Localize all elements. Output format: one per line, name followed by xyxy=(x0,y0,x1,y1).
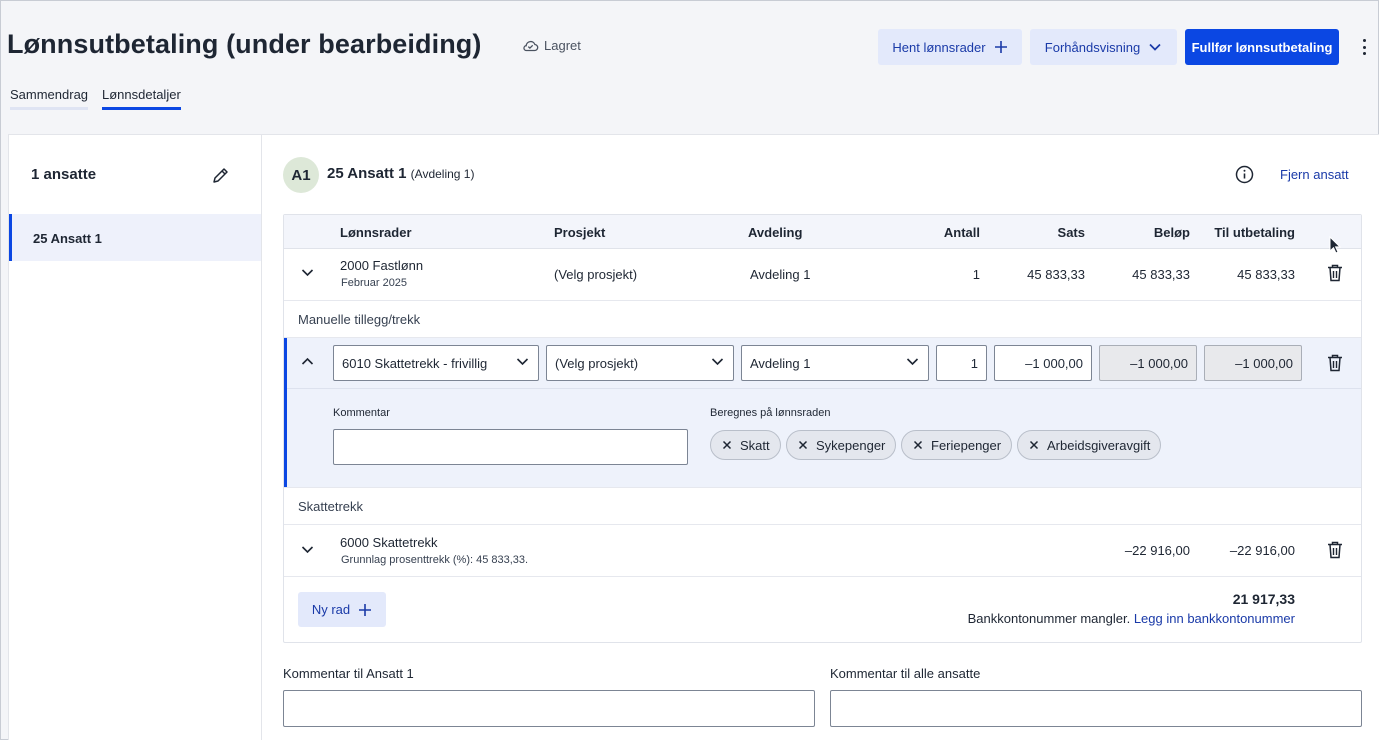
row-rate: 45 833,33 xyxy=(1027,267,1085,282)
chip-label: Feriepenger xyxy=(931,437,1002,453)
column-header-department: Avdeling xyxy=(748,225,803,240)
quantity-input[interactable]: 1 xyxy=(936,345,987,381)
project-value: (Velg prosjekt) xyxy=(555,356,639,371)
payroll-code-select[interactable]: 6010 Skattetrekk - frivillig xyxy=(333,345,539,381)
department-value: Avdeling 1 xyxy=(750,356,811,371)
column-header-amount: Beløp xyxy=(1153,225,1190,240)
tax-row-basis: Grunnlag prosenttrekk (%): 45 833,33. xyxy=(341,554,529,566)
column-header-project: Prosjekt xyxy=(554,225,606,240)
manual-row-expanded: 6010 Skattetrekk - frivillig (Velg prosj… xyxy=(284,338,1361,487)
all-employees-comment-input[interactable] xyxy=(830,690,1362,727)
row-project: (Velg prosjekt) xyxy=(554,267,638,282)
column-header-rate: Sats xyxy=(1057,225,1085,240)
chevron-down-icon xyxy=(516,357,529,366)
employee-count: 1 ansatte xyxy=(31,166,97,183)
all-employees-comment-label: Kommentar til alle ansatte xyxy=(830,666,981,681)
total-amount: 21 917,33 xyxy=(1232,591,1295,607)
rate-input[interactable]: –1 000,00 xyxy=(994,345,1092,381)
payroll-code-value: 6010 Skattetrekk - frivillig xyxy=(342,356,488,371)
row-divider xyxy=(284,300,1361,301)
chip-label: Sykepenger xyxy=(816,437,886,453)
row-divider xyxy=(284,524,1361,525)
chevron-down-icon[interactable] xyxy=(301,268,314,277)
new-row-button[interactable]: Ny rad xyxy=(298,592,386,627)
more-options-icon[interactable] xyxy=(1355,37,1373,57)
payout-readonly: –1 000,00 xyxy=(1204,345,1302,381)
trash-icon[interactable] xyxy=(1327,354,1343,372)
page-title: Lønnsutbetaling (under bearbeiding) xyxy=(7,29,482,59)
trash-icon[interactable] xyxy=(1327,541,1343,559)
employee-comment-input[interactable] xyxy=(283,690,815,727)
close-icon[interactable] xyxy=(722,440,732,450)
fetch-rows-button[interactable]: Hent lønnsrader xyxy=(878,29,1022,65)
avatar: A1 xyxy=(283,157,319,193)
calc-basis-label: Beregnes på lønnsraden xyxy=(710,407,831,419)
employee-name-text: 25 Ansatt 1 xyxy=(327,165,407,182)
remove-employee-link[interactable]: Fjern ansatt xyxy=(1280,167,1349,182)
bank-account-note: Bankkontonummer mangler. Legg inn bankko… xyxy=(968,611,1295,626)
close-icon[interactable] xyxy=(913,440,923,450)
preview-button[interactable]: Forhåndsvisning xyxy=(1030,29,1177,65)
row-period: Februar 2025 xyxy=(341,277,408,289)
row-code: 2000 Fastlønn xyxy=(340,258,424,273)
row-divider xyxy=(284,576,1361,577)
column-header-payout: Til utbetaling xyxy=(1214,225,1295,240)
chip-label: Arbeidsgiveravgift xyxy=(1047,437,1151,453)
column-header-quantity: Antall xyxy=(943,225,980,240)
plus-icon xyxy=(358,603,372,617)
chip-tax[interactable]: Skatt xyxy=(710,430,781,460)
employee-comment-label: Kommentar til Ansatt 1 xyxy=(283,666,414,681)
saved-status-label: Lagret xyxy=(544,38,581,53)
comment-label: Kommentar xyxy=(333,407,390,419)
tax-row-payout: –22 916,00 xyxy=(1229,543,1295,558)
department-select[interactable]: Avdeling 1 xyxy=(741,345,929,381)
bank-missing-text: Bankkontonummer mangler. xyxy=(967,611,1131,626)
employee-name: 25 Ansatt 1 (Avdeling 1) xyxy=(327,165,474,182)
chevron-down-icon xyxy=(711,357,724,366)
chevron-up-icon[interactable] xyxy=(301,357,314,366)
new-row-label: Ny rad xyxy=(311,602,351,617)
project-select[interactable]: (Velg prosjekt) xyxy=(546,345,734,381)
trash-icon[interactable] xyxy=(1327,264,1343,282)
row-department: Avdeling 1 xyxy=(750,267,811,282)
tab-summary[interactable]: Sammendrag xyxy=(10,87,89,110)
table-header: Lønnsrader Prosjekt Avdeling Antall Sats… xyxy=(284,215,1361,249)
tax-row-code: 6000 Skattetrekk xyxy=(340,535,438,550)
row-quantity: 1 xyxy=(972,267,980,282)
comment-input[interactable] xyxy=(333,429,688,465)
pencil-icon[interactable] xyxy=(211,166,230,185)
tax-section-label: Skattetrekk xyxy=(298,499,364,514)
info-icon[interactable] xyxy=(1235,165,1254,184)
close-icon[interactable] xyxy=(1029,440,1039,450)
sidebar-item-employee[interactable]: 25 Ansatt 1 xyxy=(9,214,262,261)
row-divider xyxy=(284,487,1361,488)
cloud-check-icon xyxy=(522,39,539,52)
chevron-down-icon[interactable] xyxy=(301,545,314,554)
chip-label: Skatt xyxy=(740,437,770,453)
tax-row-amount: –22 916,00 xyxy=(1124,543,1190,558)
fetch-rows-label: Hent lønnsrader xyxy=(892,39,986,55)
preview-label: Forhåndsvisning xyxy=(1044,39,1141,55)
employee-department: (Avdeling 1) xyxy=(410,167,475,181)
chevron-down-icon xyxy=(906,357,919,366)
saved-status: Lagret xyxy=(522,38,581,53)
row-payout: 45 833,33 xyxy=(1237,267,1295,282)
manual-section-label: Manuelle tillegg/trekk xyxy=(298,312,421,327)
payroll-table: Lønnsrader Prosjekt Avdeling Antall Sats… xyxy=(283,214,1362,643)
tab-payroll-details[interactable]: Lønnsdetaljer xyxy=(102,87,181,110)
plus-icon xyxy=(994,40,1008,54)
mouse-cursor-icon xyxy=(1329,236,1341,254)
add-bank-account-link[interactable]: Legg inn bankkontonummer xyxy=(1134,611,1295,626)
complete-payroll-button[interactable]: Fullfør lønnsutbetaling xyxy=(1185,29,1339,65)
close-icon[interactable] xyxy=(798,440,808,450)
row-amount: 45 833,33 xyxy=(1132,267,1190,282)
chip-sick-pay[interactable]: Sykepenger xyxy=(786,430,897,460)
chip-holiday-pay[interactable]: Feriepenger xyxy=(901,430,1013,460)
chevron-down-icon xyxy=(1148,42,1162,52)
chip-employer-tax[interactable]: Arbeidsgiveravgift xyxy=(1017,430,1162,460)
amount-readonly: –1 000,00 xyxy=(1099,345,1197,381)
column-header-payroll-rows: Lønnsrader xyxy=(340,225,412,240)
row-divider xyxy=(287,388,1361,389)
employee-sidebar: 1 ansatte 25 Ansatt 1 xyxy=(8,134,262,740)
